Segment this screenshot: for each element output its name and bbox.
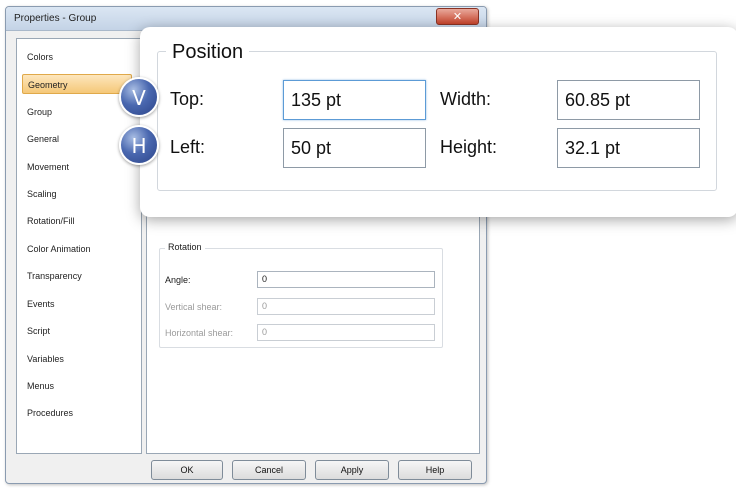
position-group bbox=[157, 51, 717, 191]
height-input[interactable]: 32.1 pt bbox=[557, 128, 700, 168]
position-callout: Position Top: 135 pt Width: 60.85 pt Lef… bbox=[140, 27, 736, 217]
position-group-title: Position bbox=[166, 41, 250, 64]
sidebar-item-colors[interactable]: Colors bbox=[22, 47, 132, 67]
sidebar-item-menus[interactable]: Menus bbox=[22, 376, 132, 396]
horizontal-shear-input[interactable]: 0 bbox=[257, 324, 435, 341]
sidebar-item-group[interactable]: Group bbox=[22, 102, 132, 122]
width-input[interactable]: 60.85 pt bbox=[557, 80, 700, 120]
angle-label: Angle: bbox=[165, 275, 191, 285]
top-label: Top: bbox=[170, 89, 205, 109]
window-title: Properties - Group bbox=[14, 13, 97, 24]
ok-button[interactable]: OK bbox=[151, 460, 223, 480]
vertical-marker-icon: V bbox=[119, 77, 159, 117]
sidebar-item-script[interactable]: Script bbox=[22, 321, 132, 341]
vertical-shear-label: Vertical shear: bbox=[165, 302, 223, 312]
close-icon: ✕ bbox=[452, 10, 463, 23]
height-label: Height: bbox=[440, 137, 498, 157]
angle-input[interactable]: 0 bbox=[257, 271, 435, 288]
sidebar-item-transparency[interactable]: Transparency bbox=[22, 266, 132, 286]
left-label: Left: bbox=[170, 137, 206, 157]
top-input[interactable]: 135 pt bbox=[283, 80, 426, 120]
sidebar-item-geometry[interactable]: Geometry bbox=[22, 74, 132, 94]
horizontal-shear-label: Horizontal shear: bbox=[165, 328, 234, 338]
sidebar-item-general[interactable]: General bbox=[22, 129, 132, 149]
vertical-shear-input[interactable]: 0 bbox=[257, 298, 435, 315]
sidebar-item-color-animation[interactable]: Color Animation bbox=[22, 239, 132, 259]
sidebar-item-movement[interactable]: Movement bbox=[22, 157, 132, 177]
cancel-button[interactable]: Cancel bbox=[232, 460, 306, 480]
close-button[interactable]: ✕ bbox=[436, 8, 479, 25]
sidebar-item-events[interactable]: Events bbox=[22, 294, 132, 314]
apply-button[interactable]: Apply bbox=[315, 460, 389, 480]
rotation-group-title: Rotation bbox=[165, 242, 205, 252]
sidebar-item-procedures[interactable]: Procedures bbox=[22, 403, 132, 423]
horizontal-marker-icon: H bbox=[119, 125, 159, 165]
help-button[interactable]: Help bbox=[398, 460, 472, 480]
left-input[interactable]: 50 pt bbox=[283, 128, 426, 168]
sidebar-item-variables[interactable]: Variables bbox=[22, 349, 132, 369]
sidebar-item-scaling[interactable]: Scaling bbox=[22, 184, 132, 204]
sidebar-item-rotation-fill[interactable]: Rotation/Fill bbox=[22, 211, 132, 231]
width-label: Width: bbox=[440, 89, 492, 109]
